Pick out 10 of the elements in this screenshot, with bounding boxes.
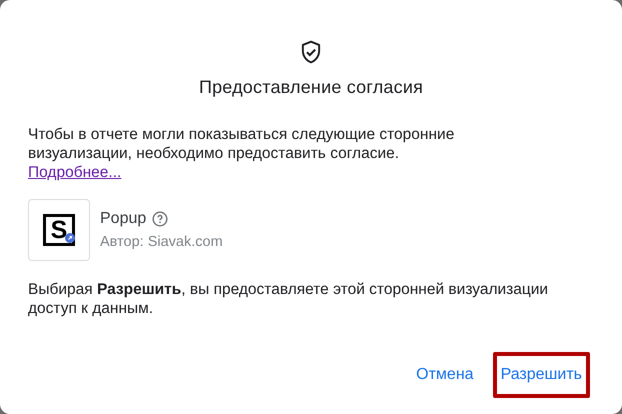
author-text: Автор: Siavak.com bbox=[100, 234, 223, 250]
allow-button[interactable]: Разрешить bbox=[500, 360, 582, 390]
visualization-name: Popup bbox=[100, 210, 146, 228]
link-badge-icon bbox=[65, 233, 75, 243]
more-link[interactable]: Подробнее... bbox=[28, 164, 122, 181]
intro-text: Чтобы в отчете могли показываться следующие сторонние визуализации, необходимо предоставить согласие. bbox=[28, 126, 454, 162]
dialog-title: Предоставление согласия bbox=[198, 77, 424, 98]
consent-text: Выбирая Разрешить, вы предоставляете этой сторонней визуализации доступ к данным. bbox=[28, 280, 550, 318]
cancel-button[interactable]: Отмена bbox=[416, 360, 474, 390]
help-icon[interactable] bbox=[152, 211, 168, 227]
